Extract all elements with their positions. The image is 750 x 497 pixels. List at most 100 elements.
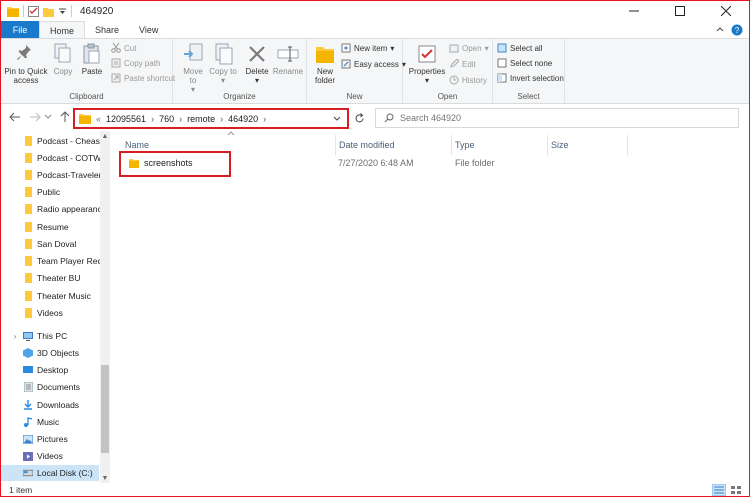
collapse-ribbon-icon[interactable]	[715, 25, 725, 35]
paste-icon	[83, 43, 100, 64]
divider	[71, 5, 72, 17]
paste-button[interactable]: Paste	[78, 41, 106, 76]
back-arrow-icon	[9, 112, 20, 122]
nav-item[interactable]: Team Player Rece	[23, 253, 111, 269]
nav-item[interactable]: San Doval	[23, 236, 111, 252]
breadcrumb-chevron-icon[interactable]: ›	[220, 114, 223, 124]
column-divider[interactable]	[627, 135, 628, 155]
open-button[interactable]: Open ▾	[449, 43, 489, 53]
cut-button[interactable]: Cut	[111, 43, 136, 53]
pin-quick-access-button[interactable]: Pin to Quick access	[3, 41, 49, 85]
maximize-icon	[675, 6, 685, 16]
file-name-cell[interactable]: screenshots	[129, 155, 193, 171]
chevron-down-icon	[44, 114, 52, 119]
column-type[interactable]: Type	[451, 135, 547, 155]
scrollbar-thumb[interactable]	[101, 365, 109, 453]
organize-group-label: Organize	[223, 92, 256, 101]
recent-locations-button[interactable]	[43, 109, 53, 125]
edit-button[interactable]: Edit	[449, 59, 476, 69]
nav-pane-scrollbar[interactable]: ▲ ▼	[100, 131, 110, 483]
address-dropdown-icon[interactable]	[333, 116, 341, 122]
nav-item[interactable]: Desktop	[23, 362, 111, 378]
file-date-cell: 7/27/2020 6:48 AM	[338, 158, 414, 168]
breadcrumb-item[interactable]: 760	[159, 114, 174, 124]
chevron-down-icon[interactable]	[58, 7, 67, 16]
nav-item[interactable]: Downloads	[23, 397, 111, 413]
breadcrumb-item[interactable]: 464920	[228, 114, 258, 124]
nav-item[interactable]: Resume	[23, 219, 111, 235]
move-to-button[interactable]: Move to ▾	[179, 41, 207, 94]
breadcrumb-chevron-icon[interactable]: ›	[179, 114, 182, 124]
file-row[interactable]: screenshots 7/27/2020 6:48 AM File folde…	[113, 151, 749, 177]
easy-access-button[interactable]: Easy access ▾	[341, 59, 406, 69]
refresh-button[interactable]	[351, 110, 367, 126]
breadcrumb-chevron-icon[interactable]: ›	[263, 114, 266, 124]
copy-path-button[interactable]: Copy path	[111, 58, 160, 68]
folder-icon	[7, 6, 19, 17]
nav-item[interactable]: Podcast - Cheaspe	[23, 133, 111, 149]
desktop-icon	[23, 365, 33, 375]
ribbon: Pin to Quick access Copy Paste Cut Copy …	[1, 38, 749, 104]
window-controls	[611, 1, 749, 21]
select-none-button[interactable]: Select none	[497, 58, 552, 68]
column-size[interactable]: Size	[547, 135, 627, 155]
column-date-modified[interactable]: Date modified	[335, 135, 451, 155]
maximize-button[interactable]	[657, 1, 703, 21]
search-box[interactable]	[375, 108, 739, 128]
invert-selection-button[interactable]: Invert selection	[497, 73, 564, 83]
scroll-up-icon[interactable]: ▲	[100, 131, 110, 141]
rename-button[interactable]: Rename	[273, 41, 303, 76]
nav-item[interactable]: Radio appearance	[23, 201, 111, 217]
nav-item[interactable]: Podcast - COTW	[23, 150, 111, 166]
clipboard-group-label: Clipboard	[69, 92, 104, 101]
breadcrumb-item[interactable]: remote	[187, 114, 215, 124]
scroll-down-icon[interactable]: ▼	[100, 473, 110, 483]
history-button[interactable]: History	[449, 75, 487, 85]
nav-item-local-disk[interactable]: Local Disk (C:)	[1, 465, 99, 481]
close-button[interactable]	[703, 1, 749, 21]
disk-icon	[23, 468, 33, 478]
nav-item[interactable]: Documents	[23, 379, 111, 395]
copy-to-button[interactable]: Copy to ▾	[209, 41, 237, 85]
nav-item[interactable]: 3D Objects	[23, 345, 111, 361]
nav-item[interactable]: Podcast-Travelers	[23, 167, 111, 183]
search-input[interactable]	[400, 113, 720, 123]
new-folder-icon[interactable]	[43, 6, 54, 17]
breadcrumb-item[interactable]: 12095561	[106, 114, 146, 124]
back-button[interactable]	[7, 109, 23, 125]
properties-button[interactable]: Properties ▾	[407, 41, 447, 85]
forward-button[interactable]	[27, 109, 43, 125]
nav-item[interactable]: Videos	[23, 448, 111, 464]
paste-shortcut-button[interactable]: Paste shortcut	[111, 73, 175, 83]
open-icon	[449, 44, 459, 53]
new-item-button[interactable]: New item ▾	[341, 43, 394, 53]
nav-item[interactable]: Public	[23, 184, 111, 200]
organize-group: Move to ▾ Copy to ▾ Delete ▾ Rename Orga…	[173, 39, 307, 103]
nav-item[interactable]: Theater BU	[23, 270, 111, 286]
breadcrumb-chevron-icon[interactable]: ›	[151, 114, 154, 124]
nav-item[interactable]: Pictures	[23, 431, 111, 447]
clipboard-group: Pin to Quick access Copy Paste Cut Copy …	[1, 39, 175, 103]
select-all-button[interactable]: Select all	[497, 43, 542, 53]
tab-share[interactable]: Share	[85, 21, 129, 39]
minimize-button[interactable]	[611, 1, 657, 21]
large-icons-view-button[interactable]	[729, 484, 743, 496]
delete-button[interactable]: Delete ▾	[243, 41, 271, 85]
address-overflow[interactable]: «	[96, 114, 101, 124]
nav-item[interactable]: Videos	[23, 305, 111, 321]
tab-home[interactable]: Home	[39, 21, 86, 39]
dropdown-arrow-icon: ▾	[254, 76, 259, 85]
copy-button[interactable]: Copy	[49, 41, 77, 76]
address-bar[interactable]: « 12095561 › 760 › remote › 464920 ›	[73, 108, 349, 129]
tab-view[interactable]: View	[129, 21, 168, 39]
nav-item[interactable]: Music	[23, 414, 111, 430]
nav-item-this-pc[interactable]: › This PC	[11, 328, 109, 344]
chevron-right-icon[interactable]: ›	[11, 331, 19, 341]
help-icon[interactable]: ?	[731, 24, 743, 36]
properties-check-icon[interactable]	[28, 5, 39, 17]
new-folder-button[interactable]: New folder	[311, 41, 339, 85]
nav-item[interactable]: Theater Music	[23, 288, 111, 304]
details-view-button[interactable]	[712, 484, 726, 496]
up-button[interactable]	[57, 109, 73, 125]
tab-file[interactable]: File	[1, 21, 39, 39]
